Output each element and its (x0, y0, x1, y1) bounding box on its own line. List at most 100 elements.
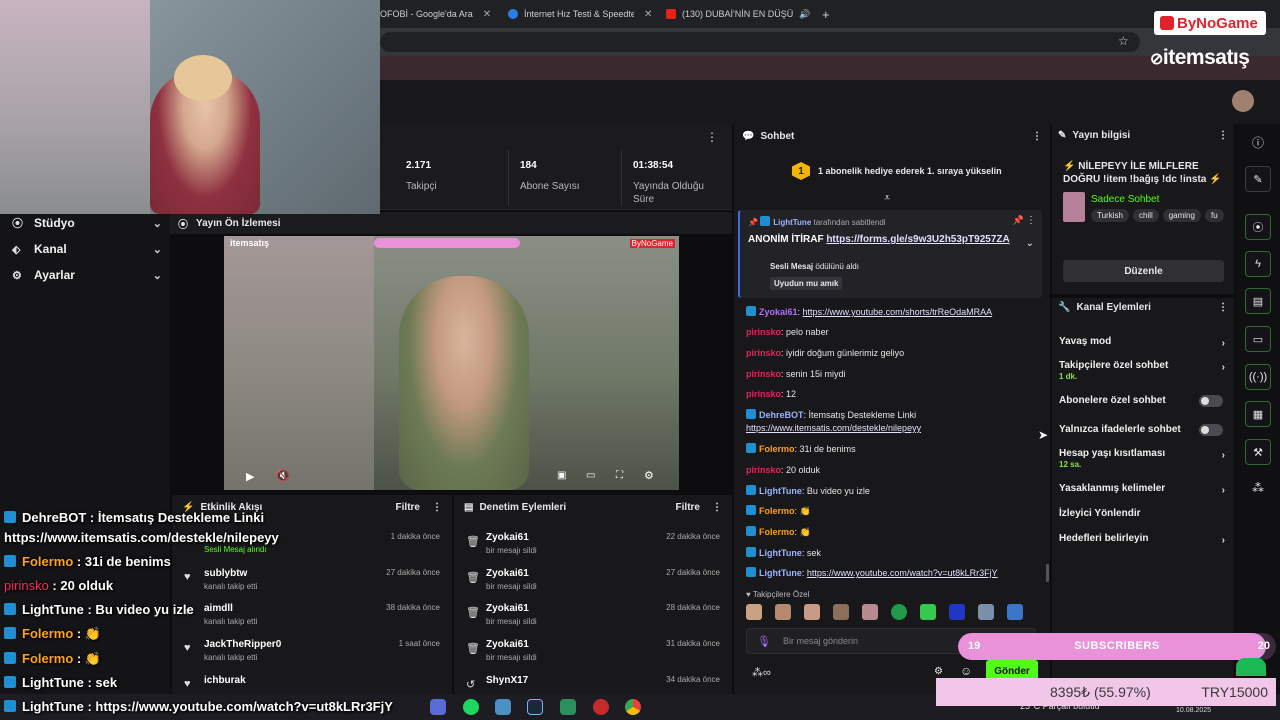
app-icon[interactable] (560, 699, 576, 715)
chat-message[interactable]: Folermo: 👏 (746, 526, 1046, 539)
close-icon[interactable]: ✕ (483, 9, 491, 20)
chat-message[interactable]: Zyokai61: https://www.youtube.com/shorts… (746, 306, 1046, 319)
users-icon[interactable]: ⁂ (1252, 481, 1264, 495)
chat-message[interactable]: Folermo: 👏 (746, 505, 1046, 518)
collapse-icon[interactable]: ⩡ (884, 192, 890, 205)
list-item[interactable]: ↺ ShynX17 34 dakika önce (454, 672, 732, 694)
category-name[interactable]: Sadece Sohbet (1091, 194, 1159, 205)
chat-username[interactable]: Folermo (759, 506, 795, 516)
sidebar-item-channel[interactable]: ⬖ Kanal ⌄ (12, 238, 162, 260)
list-item[interactable]: ♥ sublybtw kanalı takip etti 27 dakika ö… (172, 565, 452, 601)
fullscreen-icon[interactable]: ⛶ (616, 470, 623, 481)
banned-words-item[interactable]: Yasaklanmış kelimeler › (1059, 483, 1229, 496)
users-icon[interactable]: ⁂∞ (752, 666, 771, 679)
chat-message[interactable]: LightTune: https://www.youtube.com/watch… (746, 567, 1046, 580)
more-vertical-icon[interactable]: ⋮ (1218, 130, 1228, 141)
tag[interactable]: fu (1204, 209, 1224, 222)
camera-icon[interactable]: ⦿ (1245, 214, 1271, 240)
emote-icon[interactable] (746, 604, 762, 620)
gear-icon[interactable]: ⚙ (934, 666, 943, 677)
taskbar-date[interactable]: 10.08.2025 (1176, 707, 1211, 714)
pencil-icon[interactable]: ✎ (1245, 166, 1271, 192)
browser-tab-speedtest[interactable]: İnternet Hız Testi & Speedtest ✕ (508, 4, 654, 24)
bookmark-star-icon[interactable]: ☆ (1118, 34, 1129, 48)
filter-button[interactable]: Filtre (676, 502, 700, 513)
microphone-icon[interactable]: 🎙 (757, 635, 771, 648)
broadcast-icon[interactable]: ((·)) (1245, 364, 1271, 390)
account-age-item[interactable]: Hesap yaşı kısıtlaması 12 sa. › (1059, 448, 1229, 469)
chat-text[interactable]: https://www.youtube.com/shorts/trReOdaMR… (803, 307, 993, 317)
followers-only-item[interactable]: Takipçilere özel sohbet 1 dk. › (1059, 360, 1229, 381)
emote-icon[interactable] (949, 604, 965, 620)
chat-username[interactable]: LightTune (759, 486, 802, 496)
chat-username[interactable]: Folermo (759, 527, 795, 537)
chat-message[interactable]: pirinsko: 12 (746, 388, 1046, 401)
network-icon[interactable] (495, 699, 511, 715)
chrome-icon[interactable] (625, 699, 641, 715)
goals-item[interactable]: Hedefleri belirleyin › (1059, 533, 1229, 546)
chat-message[interactable]: pirinsko: iyidir doğum günlerimiz geliyo (746, 347, 1046, 360)
chevron-down-icon[interactable]: ⌄ (1026, 238, 1034, 249)
steam-icon[interactable] (527, 699, 543, 715)
subscribers-only-item[interactable]: Abonelere özel sohbet (1059, 395, 1229, 407)
wrench-icon[interactable]: ⚒ (1245, 439, 1271, 465)
discord-icon[interactable] (430, 699, 446, 715)
sidebar-item-studio[interactable]: ⦿ Stüdyo ⌄ (12, 212, 162, 234)
browser-tab-youtube[interactable]: (130) DUBAİ'NİN EN DÜŞÜ🔊✕ (666, 4, 816, 24)
list-item[interactable]: ♥ aimdll kanalı takip etti 38 dakika önc… (172, 600, 452, 636)
emote-icon[interactable] (862, 604, 878, 620)
host-item[interactable]: İzleyici Yönlendir (1059, 508, 1229, 519)
pinned-link[interactable]: https://forms.gle/s9w3U2h53pT9257ZA (826, 234, 1009, 245)
speaker-icon[interactable]: 🔊 (799, 9, 810, 20)
tag[interactable]: gaming (1162, 209, 1201, 222)
document-icon[interactable]: ▤ (1245, 288, 1271, 314)
chat-message[interactable]: pirinsko: senin 15i miydi (746, 368, 1046, 381)
emotes-only-toggle[interactable] (1199, 424, 1223, 436)
tag[interactable]: Turkish (1091, 209, 1129, 222)
browser-tab-google[interactable]: OFOBİ - Google'da Ara ✕ (380, 4, 500, 24)
chat-username[interactable]: Zyokai61 (759, 307, 798, 317)
list-item[interactable]: 🗑 Zyokai61 bir mesajı sildi 28 dakika ön… (454, 600, 732, 636)
avatar[interactable] (1232, 90, 1254, 112)
emote-icon[interactable] (833, 604, 849, 620)
obs-icon[interactable] (593, 699, 609, 715)
close-icon[interactable]: ✕ (644, 9, 652, 20)
emote-icon[interactable] (978, 604, 994, 620)
emote-icon[interactable] (1007, 604, 1023, 620)
list-item[interactable]: ♥ ichburak (172, 672, 452, 694)
play-icon[interactable]: ▶ (246, 470, 254, 483)
chat-username[interactable]: DehreBOT (759, 410, 804, 420)
emoji-icon[interactable]: ☺ (960, 664, 972, 678)
chat-username[interactable]: Folermo (759, 444, 795, 454)
spotify-icon[interactable] (463, 699, 479, 715)
layout-icon[interactable]: ▦ (1245, 401, 1271, 427)
chat-message[interactable]: Folermo: 31i de benims (746, 443, 1046, 456)
new-tab-button[interactable]: + (822, 4, 836, 24)
tag[interactable]: chill (1132, 209, 1159, 222)
emote-icon[interactable] (920, 604, 936, 620)
emote-icon[interactable] (775, 604, 791, 620)
chat-message[interactable]: pirinsko: 20 olduk (746, 464, 1046, 477)
stream-preview-video[interactable]: itemsatış ByNoGame ▶ 🔇 ▣ ▭ ⛶ ⚙ (224, 236, 679, 490)
more-vertical-icon[interactable]: ⋮ (432, 502, 442, 513)
theater-icon[interactable]: ▭ (586, 470, 595, 481)
chat-username[interactable]: pirinsko (746, 465, 781, 475)
url-input[interactable] (380, 32, 1140, 52)
more-vertical-icon[interactable]: ⋮ (712, 502, 722, 513)
info-icon[interactable]: ⓘ (1252, 134, 1264, 151)
sidebar-item-settings[interactable]: ⚙ Ayarlar ⌄ (12, 264, 162, 286)
emote-icon[interactable] (804, 604, 820, 620)
bolt-icon[interactable]: ϟ (1245, 251, 1271, 277)
mute-icon[interactable]: 🔇 (276, 469, 290, 482)
list-item[interactable]: ♥ JackTheRipper0 kanalı takip etti 1 saa… (172, 636, 452, 672)
chat-link[interactable]: https://www.itemsatis.com/destekle/nilep… (746, 423, 921, 433)
chat-username[interactable]: pirinsko (746, 348, 781, 358)
pin-icon[interactable]: 📌 (1013, 215, 1024, 226)
subscribers-only-toggle[interactable] (1199, 395, 1223, 407)
chat-message[interactable]: pirinsko: pelo naber (746, 326, 1046, 339)
edit-button[interactable]: Düzenle (1063, 260, 1224, 282)
chat-username[interactable]: pirinsko (746, 389, 781, 399)
more-vertical-icon[interactable]: ⋮ (1218, 302, 1228, 313)
chat-username[interactable]: pirinsko (746, 369, 781, 379)
emotes-only-item[interactable]: Yalnızca ifadelerle sohbet (1059, 424, 1229, 436)
